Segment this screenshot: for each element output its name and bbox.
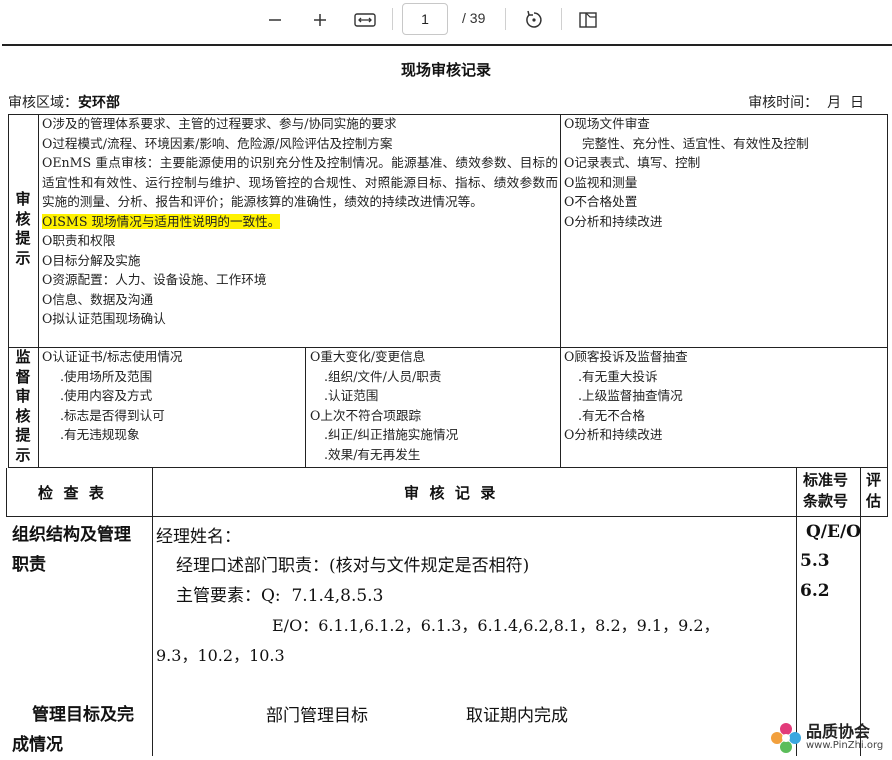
duty-line: 经理口述部门职责：(核对与文件规定是否相符): [176, 556, 530, 576]
divider: [860, 468, 861, 756]
supervision-col1: O认证证书/标志使用情况 .使用场所及范围 .使用内容及方式 .标志是否得到认可…: [42, 347, 302, 445]
list-item: O涉及的管理体系要求、主管的过程要求、参与/协同实施的要求: [42, 116, 397, 131]
list-item: OEnMS 重点审核：主要能源使用的识别充分性及控制情况。能源基准、绩效参数、目…: [42, 155, 558, 209]
divider: [152, 468, 153, 756]
page-total: / 39: [462, 10, 486, 26]
eo-clauses-line2: 9.3，10.2，10.3: [156, 646, 285, 665]
goal-status: 取证期内完成: [466, 706, 568, 726]
highlighted-item: OISMS 现场情况与适用性说明的一致性。: [42, 213, 281, 229]
supervision-col2: O重大变化/变更信息 .组织/文件/人员/职责 .认证范围 O上次不符合项跟踪 …: [310, 347, 558, 464]
zoom-out-button[interactable]: [260, 6, 290, 34]
standard-value: Q/E/O: [806, 522, 861, 542]
checklist-item-goals: 管理目标及完 成情况: [12, 705, 134, 755]
divider: [796, 468, 797, 756]
list-item: O不合格处置: [564, 194, 638, 209]
checklist-item-org: 组织结构及管理 职责: [12, 525, 131, 575]
clause-value: 5.3: [800, 551, 830, 571]
checklist-header: 检 查 表: [38, 484, 104, 502]
list-item: .使用场所及范围: [60, 368, 153, 384]
list-item: O现场文件审查: [564, 116, 650, 131]
standard-clause-header: 标准号 条款号: [803, 471, 849, 510]
plus-icon: [314, 14, 326, 26]
list-item: .标志是否得到认可: [60, 407, 165, 423]
list-item: .上级监督抽查情况: [578, 388, 683, 403]
audit-time: 审核时间： 月 日: [748, 95, 864, 111]
watermark: 品质协会 www.PinZhi.org: [766, 718, 892, 756]
fit-width-icon: [354, 13, 376, 27]
audit-area-value: 安环部: [78, 95, 120, 111]
list-item: O信息、数据及沟通: [42, 291, 154, 307]
list-item: O分析和持续改进: [564, 427, 663, 442]
page-top-border: [2, 44, 892, 46]
list-item: O监视和测量: [564, 174, 638, 190]
review-hints-label: 审 核 提 示: [15, 190, 31, 267]
list-item: O顾客投诉及监督抽查: [564, 349, 688, 364]
table-header-rule: [6, 516, 888, 517]
list-item: O过程模式/流程、环境因素/影响、危险源/风险评估及控制方案: [42, 135, 393, 151]
list-item: .认证范围: [324, 388, 379, 403]
flower-logo-icon: [771, 723, 801, 753]
document-title: 现场审核记录: [400, 61, 491, 79]
fit-width-button[interactable]: [350, 6, 380, 34]
list-item: O认证证书/标志使用情况: [42, 349, 183, 364]
list-item: O分析和持续改进: [564, 213, 663, 229]
zoom-in-button[interactable]: [305, 6, 335, 34]
toolbar-separator: [392, 8, 393, 30]
toolbar-separator: [505, 8, 506, 30]
goal-text: 部门管理目标: [266, 706, 368, 726]
list-item: O职责和权限: [42, 233, 116, 248]
divider: [887, 468, 888, 516]
list-item: O上次不符合项跟踪: [310, 407, 422, 423]
list-item: O记录表式、填写、控制: [564, 155, 701, 170]
watermark-url: www.PinZhi.org: [806, 740, 884, 751]
clause-value: 6.2: [800, 581, 830, 601]
list-item: O拟认证范围现场确认: [42, 311, 166, 326]
list-item: O资源配置：人力、设备设施、工作环境: [42, 272, 267, 287]
list-item: .有无重大投诉: [578, 368, 658, 384]
list-item: .有无违规现象: [60, 427, 140, 442]
list-item: .效果/有无再发生: [324, 446, 421, 462]
audit-area-label: 审核区域：: [8, 95, 78, 111]
main-requirements: 主管要素：Q: 7.1.4,8.5.3: [176, 586, 384, 606]
divider: [305, 347, 306, 468]
watermark-brand: 品质协会: [806, 722, 871, 741]
supervision-col3: O顾客投诉及监督抽查 .有无重大投诉 .上级监督抽查情况 .有无不合格 O分析和…: [564, 347, 884, 445]
list-item: O目标分解及实施: [42, 252, 141, 268]
review-hints-left-list: O涉及的管理体系要求、主管的过程要求、参与/协同实施的要求 O过程模式/流程、环…: [42, 114, 558, 329]
manager-name: 经理姓名：: [156, 527, 241, 547]
list-item: .使用内容及方式: [60, 388, 153, 403]
toolbar-separator: [561, 8, 562, 30]
list-item: .组织/文件/人员/职责: [324, 368, 442, 384]
supervision-hints-label: 监 督 审 核 提 示: [15, 348, 31, 464]
divider: [6, 468, 7, 516]
rotate-button[interactable]: [519, 6, 549, 34]
audit-record-header: 审 核 记 录: [404, 484, 496, 502]
page-number-input[interactable]: 1: [402, 3, 448, 35]
list-item: .纠正/纠正措施实施情况: [324, 427, 459, 442]
review-hints-right-list: O现场文件审查 完整性、充分性、适宜性、有效性及控制 O记录表式、填写、控制 O…: [564, 114, 884, 231]
page-view-icon: [579, 12, 597, 28]
list-item: 完整性、充分性、适宜性、有效性及控制: [582, 135, 809, 151]
list-item: .有无不合格: [578, 407, 645, 423]
audit-area: 审核区域：安环部: [8, 92, 120, 112]
rotate-icon: [526, 10, 542, 28]
pdf-toolbar: 1 / 39: [0, 0, 892, 40]
evaluation-header: 评 估: [866, 471, 882, 510]
page-view-button[interactable]: [574, 6, 604, 34]
minus-icon: [269, 19, 281, 21]
list-item: O重大变化/变更信息: [310, 349, 426, 364]
eo-clauses-line1: E/O：6.1.1,6.1.2，6.1.3，6.1.4,6.2,8.1，8.2，…: [272, 616, 720, 635]
